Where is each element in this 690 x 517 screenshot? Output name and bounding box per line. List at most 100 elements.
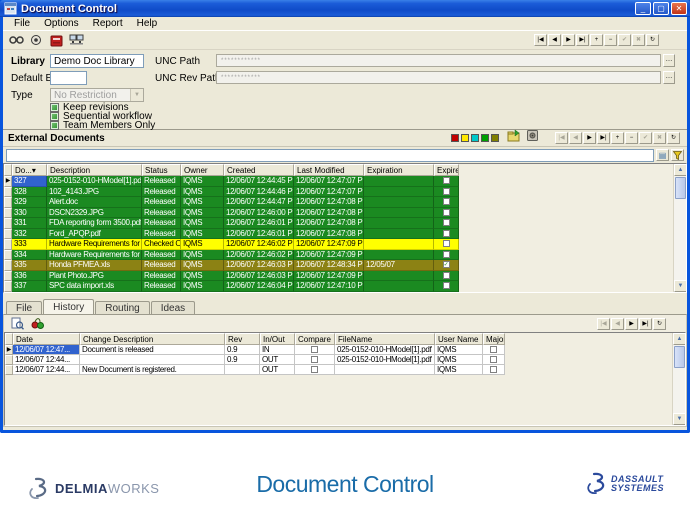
column-header-lastmodified[interactable]: Last Modified <box>294 164 364 176</box>
document-row[interactable]: 335Honda PFMEA.xlsReleasedIQMS12/06/07 1… <box>4 260 686 271</box>
maximize-button[interactable]: ▢ <box>653 2 669 15</box>
scrollbar-thumb[interactable] <box>674 346 685 368</box>
nav-last-button[interactable]: ▶| <box>576 34 589 46</box>
library-input[interactable] <box>50 54 144 68</box>
column-header-expiration[interactable]: Expiration <box>364 164 434 176</box>
expired-checkbox[interactable] <box>443 272 450 279</box>
document-row[interactable]: 337SPC data import.xlsReleasedIQMS12/06/… <box>4 281 686 292</box>
document-row[interactable]: 328102_4143.JPGReleasedIQMS12/06/07 12:4… <box>4 187 686 198</box>
nav-refresh-button[interactable]: ↻ <box>667 132 680 144</box>
compare-versions-icon[interactable] <box>30 317 46 331</box>
nav-first-button[interactable]: |◀ <box>534 34 547 46</box>
document-row[interactable]: 331FDA reporting form 3500.pdfReleasedIQ… <box>4 218 686 229</box>
find-icon[interactable] <box>8 33 24 47</box>
cell: 12/06/07 12:48:34 PM <box>294 260 364 271</box>
checkout-folder-icon[interactable] <box>507 129 522 147</box>
scrollbar-thumb[interactable] <box>675 177 686 199</box>
tab-routing[interactable]: Routing <box>95 301 149 314</box>
major-checkbox[interactable] <box>490 346 497 353</box>
combo-arrow-icon: ▼ <box>130 89 143 101</box>
nav-last-button[interactable]: ▶| <box>597 132 610 144</box>
print-icon[interactable] <box>48 33 64 47</box>
document-row[interactable]: 332Ford_APQP.pdfReleasedIQMS12/06/07 12:… <box>4 229 686 240</box>
preview-icon[interactable] <box>28 33 44 47</box>
lookup-grid-icon[interactable]: ▤ <box>656 149 669 161</box>
close-button[interactable]: ✕ <box>671 2 687 15</box>
column-header-owner[interactable]: Owner <box>181 164 224 176</box>
document-row[interactable]: 334Hardware Requirements for LargRelease… <box>4 250 686 261</box>
nav-refresh-button[interactable]: ↻ <box>646 34 659 46</box>
column-header-inout[interactable]: In/Out <box>260 333 295 345</box>
grid-header-row: DateChange DescriptionRevIn/OutCompareFi… <box>5 333 685 345</box>
archive-box-icon[interactable] <box>526 129 539 147</box>
scroll-down-icon[interactable]: ▼ <box>674 280 687 292</box>
document-row[interactable]: ▶327025-0152-010-HModel[1].pdfReleasedIQ… <box>4 176 686 187</box>
column-header-expired[interactable]: Expired <box>434 164 459 176</box>
history-row[interactable]: 12/06/07 12:44...New Document is registe… <box>5 365 685 375</box>
column-header-rev[interactable]: Rev <box>225 333 260 345</box>
column-header-do[interactable]: Do...▾ <box>12 164 47 176</box>
menu-help[interactable]: Help <box>130 18 165 29</box>
expired-checkbox[interactable] <box>443 251 450 258</box>
cell: 328 <box>12 187 47 198</box>
major-checkbox[interactable] <box>490 366 497 373</box>
nav-delete-button[interactable]: − <box>604 34 617 46</box>
expired-checkbox[interactable] <box>443 198 450 205</box>
expired-checkbox[interactable] <box>443 219 450 226</box>
document-row[interactable]: 336Plant Photo.JPGReleasedIQMS12/06/07 1… <box>4 271 686 282</box>
expired-checkbox[interactable] <box>443 209 450 216</box>
column-header-username[interactable]: User Name <box>435 333 483 345</box>
preview-document-icon[interactable] <box>9 317 25 331</box>
column-header-description[interactable]: Description <box>47 164 142 176</box>
workstation-icon[interactable] <box>68 33 84 47</box>
unc-path-browse-button[interactable]: … <box>663 54 675 67</box>
nav-next-button[interactable]: ▶ <box>583 132 596 144</box>
filter-funnel-icon[interactable] <box>671 149 684 161</box>
menu-file[interactable]: File <box>7 18 37 29</box>
document-filter-input[interactable] <box>6 149 654 162</box>
compare-checkbox[interactable] <box>311 356 318 363</box>
major-checkbox[interactable] <box>490 356 497 363</box>
scroll-up-icon[interactable]: ▲ <box>673 333 686 345</box>
column-header-status[interactable]: Status <box>142 164 181 176</box>
menu-report[interactable]: Report <box>86 18 130 29</box>
unc-rev-path-browse-button[interactable]: … <box>663 71 675 84</box>
nav-next-button[interactable]: ▶ <box>625 318 638 330</box>
expired-checkbox[interactable]: ✓ <box>443 261 450 268</box>
cell: Document is released <box>80 345 225 355</box>
nav-refresh-button[interactable]: ↻ <box>653 318 666 330</box>
tab-history[interactable]: History <box>43 299 94 314</box>
expired-checkbox[interactable] <box>443 188 450 195</box>
column-header-created[interactable]: Created <box>224 164 294 176</box>
tab-file[interactable]: File <box>6 301 42 314</box>
nav-insert-button[interactable]: + <box>590 34 603 46</box>
document-row[interactable]: 330DSCN2329.JPGReleasedIQMS12/06/07 12:4… <box>4 208 686 219</box>
history-row[interactable]: 12/06/07 12:44...0.9OUT025-0152-010-HMod… <box>5 355 685 365</box>
compare-checkbox[interactable] <box>311 366 318 373</box>
tab-ideas[interactable]: Ideas <box>151 301 195 314</box>
checkbox-team-members-only[interactable] <box>50 121 59 130</box>
scroll-down-icon[interactable]: ▼ <box>673 413 686 425</box>
compare-checkbox[interactable] <box>311 346 318 353</box>
scroll-up-icon[interactable]: ▲ <box>674 164 687 176</box>
expired-checkbox[interactable] <box>443 230 450 237</box>
minimize-button[interactable]: _ <box>635 2 651 15</box>
column-header-changedescription[interactable]: Change Description <box>80 333 225 345</box>
nav-last-button[interactable]: ▶| <box>639 318 652 330</box>
default-ext-input[interactable] <box>50 71 87 85</box>
nav-prior-button[interactable]: ◀ <box>548 34 561 46</box>
menu-options[interactable]: Options <box>37 18 85 29</box>
column-header-date[interactable]: Date <box>13 333 80 345</box>
column-header-filename[interactable]: FileName <box>335 333 435 345</box>
expired-checkbox[interactable] <box>443 177 450 184</box>
nav-delete-button[interactable]: − <box>625 132 638 144</box>
column-header-compare[interactable]: Compare <box>295 333 335 345</box>
nav-next-button[interactable]: ▶ <box>562 34 575 46</box>
document-row[interactable]: 333Hardware Requirements for EnteChecked… <box>4 239 686 250</box>
nav-insert-button[interactable]: + <box>611 132 624 144</box>
expired-checkbox[interactable] <box>443 240 450 247</box>
expired-checkbox[interactable] <box>443 282 450 289</box>
history-row[interactable]: ▶12/06/07 12:47...Document is released0.… <box>5 345 685 355</box>
column-header-major[interactable]: Major <box>483 333 505 345</box>
document-row[interactable]: 329Alert.docReleasedIQMS12/06/07 12:44:4… <box>4 197 686 208</box>
